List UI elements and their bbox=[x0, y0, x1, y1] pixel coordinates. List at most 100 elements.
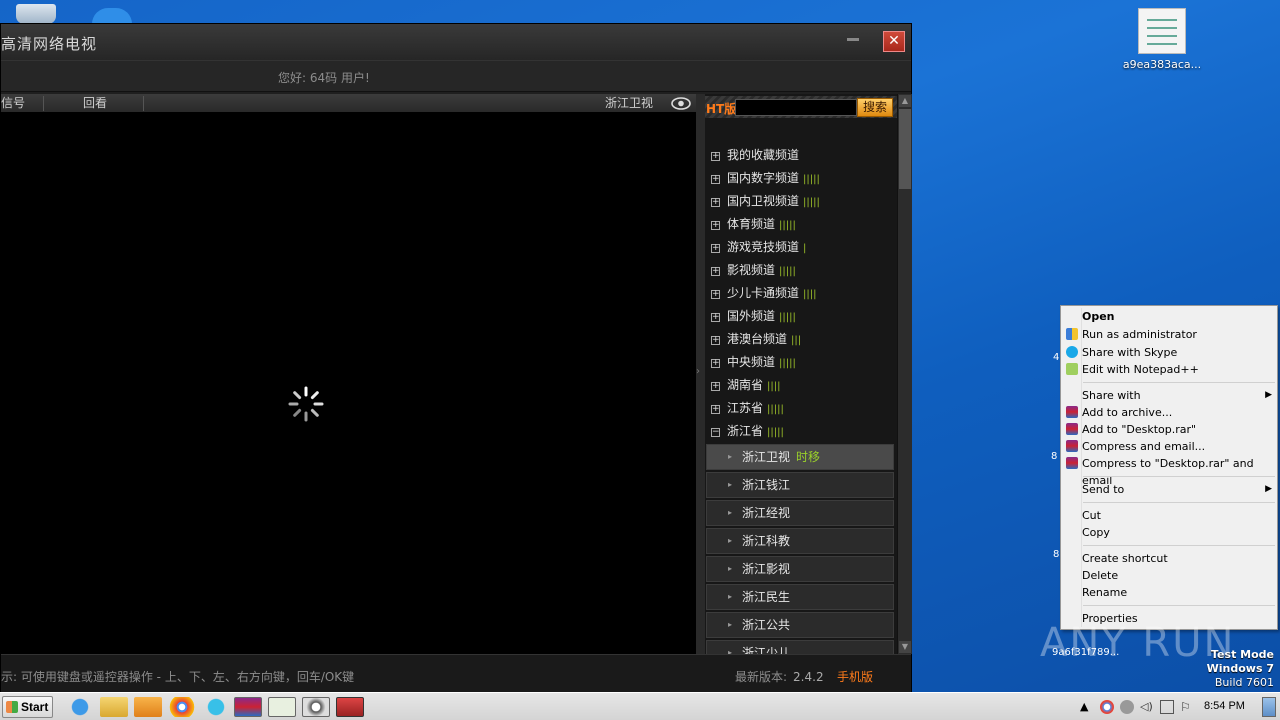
channel-item-zhejiang-tv[interactable]: ▸ 浙江卫视 时移 bbox=[706, 444, 894, 470]
panel-scrollbar[interactable]: ▲ ▼ bbox=[897, 94, 912, 654]
channel-item[interactable]: ▸ 浙江经视 bbox=[706, 500, 894, 526]
category-jiangsu[interactable]: + 江苏省 ||||| bbox=[711, 398, 784, 418]
status-bar: 示: 可使用键盘或遥控器操作 - 上、下、左、右方向键，回车/OK键 最新版本:… bbox=[1, 654, 911, 692]
bullet-arrow-icon: ▸ bbox=[728, 508, 733, 517]
desktop-label-fragment: 4 bbox=[1053, 352, 1060, 363]
greeting-bar: 您好: 64码 用户! bbox=[1, 60, 911, 92]
notepad-taskbar-icon[interactable] bbox=[268, 697, 296, 717]
eye-icon[interactable] bbox=[671, 97, 691, 110]
media-player-icon[interactable] bbox=[134, 697, 162, 717]
category-kids[interactable]: + 少儿卡通频道 |||| bbox=[711, 283, 817, 303]
title-bar[interactable]: 高清网络电视 ✕ bbox=[1, 24, 911, 60]
show-desktop-button[interactable] bbox=[1262, 697, 1276, 717]
menu-item-send-to[interactable]: Send to ▶ bbox=[1082, 481, 1272, 498]
mobile-version-link[interactable]: 手机版 bbox=[837, 668, 873, 685]
winrar-taskbar-icon[interactable] bbox=[234, 697, 262, 717]
desktop-shortcut-icon[interactable] bbox=[92, 8, 132, 24]
channel-item[interactable]: ▸ 浙江钱江 bbox=[706, 472, 894, 498]
current-channel-label: 浙江卫视 bbox=[605, 96, 654, 110]
menu-item-add-archive[interactable]: Add to archive... bbox=[1066, 404, 1272, 421]
category-movies[interactable]: + 影视频道 ||||| bbox=[711, 260, 796, 280]
internet-explorer-icon[interactable] bbox=[66, 697, 94, 717]
desktop-label-fragment: 8 bbox=[1053, 549, 1060, 560]
signal-bars-icon: |||| bbox=[767, 381, 781, 392]
minimize-button[interactable] bbox=[847, 38, 859, 41]
signal-bars-icon: ||||| bbox=[779, 358, 796, 369]
category-domestic-digital[interactable]: + 国内数字频道 ||||| bbox=[711, 168, 820, 188]
expand-plus-icon: + bbox=[711, 381, 720, 391]
signal-bars-icon: |||| bbox=[803, 289, 817, 300]
category-favorites[interactable]: + 我的收藏频道 bbox=[711, 145, 803, 165]
menu-separator bbox=[1083, 382, 1275, 383]
expand-plus-icon: + bbox=[711, 335, 720, 345]
menu-item-share-with[interactable]: Share with ▶ bbox=[1082, 387, 1272, 404]
search-input[interactable] bbox=[735, 99, 857, 116]
category-domestic-satellite[interactable]: + 国内卫视频道 ||||| bbox=[711, 191, 820, 211]
scroll-up-icon[interactable]: ▲ bbox=[899, 95, 911, 107]
tv-app-taskbar-icon[interactable] bbox=[336, 697, 364, 717]
winrar-icon bbox=[1066, 423, 1078, 435]
start-button[interactable]: Start bbox=[2, 696, 53, 718]
submenu-arrow-icon: ▶ bbox=[1265, 390, 1272, 400]
bullet-arrow-icon: ▸ bbox=[728, 536, 733, 545]
tab-replay[interactable]: 回看 bbox=[83, 94, 107, 113]
menu-item-share-skype[interactable]: Share with Skype bbox=[1066, 344, 1272, 361]
file-explorer-icon[interactable] bbox=[100, 697, 128, 717]
chrome-icon[interactable] bbox=[168, 697, 196, 717]
app-tray-icon[interactable] bbox=[1120, 700, 1134, 714]
tab-signal[interactable]: 信号 bbox=[1, 94, 25, 113]
category-foreign[interactable]: + 国外频道 ||||| bbox=[711, 306, 796, 326]
category-hk-macau-tw[interactable]: + 港澳台频道 ||| bbox=[711, 329, 801, 349]
menu-item-copy[interactable]: Copy bbox=[1082, 524, 1272, 541]
channel-item[interactable]: ▸ 浙江公共 bbox=[706, 612, 894, 638]
app-taskbar-icon[interactable] bbox=[302, 697, 330, 717]
system-tray: ▲ ◁) ⚐ bbox=[1076, 693, 1280, 720]
show-hidden-icons-icon[interactable]: ▲ bbox=[1080, 700, 1094, 714]
menu-item-rename[interactable]: Rename bbox=[1082, 584, 1272, 601]
loading-spinner-icon bbox=[288, 386, 324, 422]
chrome-tray-icon[interactable] bbox=[1100, 700, 1114, 714]
channel-item[interactable]: ▸ 浙江科教 bbox=[706, 528, 894, 554]
menu-item-delete[interactable]: Delete bbox=[1082, 567, 1272, 584]
volume-icon[interactable]: ◁) bbox=[1140, 700, 1154, 714]
category-central[interactable]: + 中央频道 ||||| bbox=[711, 352, 796, 372]
menu-item-open[interactable]: Open bbox=[1082, 308, 1272, 325]
desktop-file[interactable]: a9ea383aca... bbox=[1120, 8, 1204, 71]
menu-item-run-as-admin[interactable]: Run as administrator bbox=[1066, 326, 1272, 343]
menu-item-add-desktop-rar[interactable]: Add to "Desktop.rar" bbox=[1066, 421, 1272, 438]
windows-logo-icon bbox=[6, 701, 18, 713]
channel-item[interactable]: ▸ 浙江少儿 bbox=[706, 640, 894, 654]
category-hunan[interactable]: + 湖南省 |||| bbox=[711, 375, 781, 395]
desktop-label-fragment: 8 bbox=[1051, 451, 1058, 462]
menu-item-compress-email[interactable]: Compress and email... bbox=[1066, 438, 1272, 455]
ht-version-label: HT版 bbox=[706, 102, 737, 116]
system-clock[interactable]: 8:54 PM bbox=[1204, 700, 1245, 712]
signal-bars-icon: ||||| bbox=[779, 220, 796, 231]
channel-item[interactable]: ▸ 浙江影视 bbox=[706, 556, 894, 582]
menu-item-edit-notepadpp[interactable]: Edit with Notepad++ bbox=[1066, 361, 1272, 378]
menu-item-compress-desktop-email[interactable]: Compress to "Desktop.rar" and email bbox=[1066, 455, 1272, 487]
recycle-bin-icon[interactable] bbox=[16, 4, 56, 24]
category-zhejiang[interactable]: − 浙江省 ||||| bbox=[711, 421, 784, 441]
network-icon[interactable] bbox=[1160, 700, 1174, 714]
timeshift-badge[interactable]: 时移 bbox=[796, 450, 820, 464]
action-center-flag-icon[interactable]: ⚐ bbox=[1180, 700, 1194, 714]
category-sports[interactable]: + 体育频道 ||||| bbox=[711, 214, 796, 234]
scroll-thumb[interactable] bbox=[899, 109, 911, 189]
category-gaming[interactable]: + 游戏竞技频道 | bbox=[711, 237, 806, 257]
bullet-arrow-icon: ▸ bbox=[728, 564, 733, 573]
tab-divider bbox=[43, 96, 44, 111]
expand-plus-icon: + bbox=[711, 197, 720, 207]
edge-icon[interactable] bbox=[202, 697, 230, 717]
channel-item[interactable]: ▸ 浙江民生 bbox=[706, 584, 894, 610]
scroll-down-icon[interactable]: ▼ bbox=[899, 641, 911, 653]
menu-item-create-shortcut[interactable]: Create shortcut bbox=[1082, 550, 1272, 567]
menu-item-cut[interactable]: Cut bbox=[1082, 507, 1272, 524]
close-button[interactable]: ✕ bbox=[883, 31, 905, 52]
skype-icon bbox=[1066, 346, 1078, 358]
video-area[interactable] bbox=[1, 113, 696, 654]
winrar-icon bbox=[1066, 440, 1078, 452]
search-button[interactable]: 搜索 bbox=[857, 98, 893, 117]
bullet-arrow-icon: ▸ bbox=[728, 452, 733, 461]
panel-collapse-handle[interactable]: › bbox=[696, 94, 705, 654]
